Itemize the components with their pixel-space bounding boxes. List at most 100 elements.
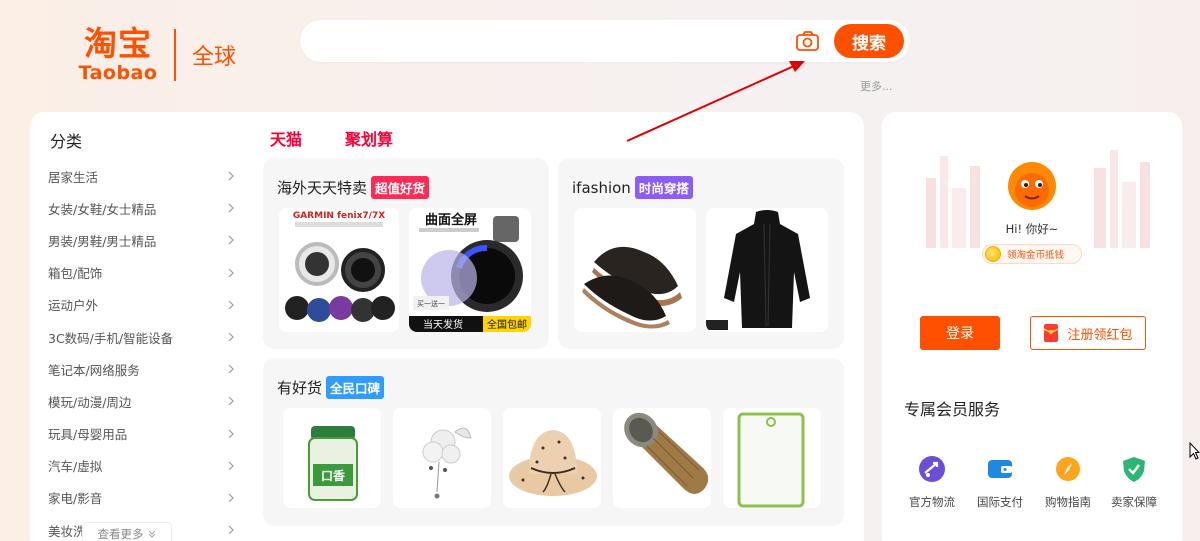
login-button[interactable]: 登录 [920,316,1000,350]
category-list: 居家生活 女装/女鞋/女士精品 男装/男鞋/男士精品 箱包/配饰 运动户外 3C… [48,160,236,541]
product-image-roller [613,408,711,508]
category-label: 运动户外 [48,298,99,314]
delivery-icon [919,456,945,482]
product-badge-right: 全国包邮 [487,318,527,331]
taobao-logo[interactable]: 淘宝 Taobao 全球 [72,26,237,85]
category-label: 居家生活 [48,169,99,185]
tab-tmall[interactable]: 天猫 [270,126,302,150]
product-tile[interactable]: GARMIN fenix7/7X [279,208,399,332]
coin-reward-pill[interactable]: 领淘金币抵钱 [982,244,1082,264]
category-item[interactable]: 模玩/动漫/周边 [48,385,236,417]
category-item[interactable]: 男装/男鞋/男士精品 [48,224,236,256]
chevron-right-icon [228,268,234,278]
service-guide[interactable]: 购物指南 [1038,454,1098,510]
chevron-right-icon [228,332,234,342]
chevron-double-down-icon [148,530,155,538]
camera-icon[interactable] [795,30,821,52]
product-tile[interactable] [723,408,821,508]
see-more-button[interactable]: 查看更多 [82,522,172,541]
service-protection[interactable]: 卖家保障 [1104,454,1164,510]
chevron-right-icon [228,236,234,245]
panel-tag: 时尚穿搭 [634,176,693,199]
register-button-label: 注册领红包 [1067,327,1133,343]
ifashion-panel[interactable]: ifashion 时尚穿搭 [558,158,844,349]
main-content-card: 分类 居家生活 女装/女鞋/女士精品 男装/男鞋/男士精品 箱包/配饰 运动户外… [30,112,864,541]
coin-reward-text: 领淘金币抵钱 [1007,250,1065,261]
category-item[interactable]: 玩具/母婴用品 [48,418,236,450]
chevron-right-icon [228,461,234,471]
product-image-jacket [706,208,828,332]
chevron-right-icon [228,525,234,535]
product-image-cutting-board [723,408,821,508]
logo-english: Taobao [78,62,158,84]
more-link[interactable]: 更多... [860,78,893,94]
product-image-shoes [574,208,696,332]
wallet-icon [988,460,1012,478]
category-item[interactable]: 家电/影音 [48,482,236,514]
category-label: 笔记本/网络服务 [48,362,140,378]
tab-juhuasuan[interactable]: 聚划算 [345,126,393,150]
chevron-right-icon [228,203,234,213]
product-tile[interactable]: 曲面全屏 买一送一 当天发货 全国包邮 [409,208,531,332]
panel-tag: 超值好货 [371,176,430,199]
region-label: 全球 [192,45,237,70]
category-item[interactable]: 箱包/配饰 [48,257,236,289]
category-label: 模玩/动漫/周边 [48,394,132,410]
logo-divider [174,29,176,81]
mouse-cursor-icon [1189,442,1200,460]
chevron-right-icon [228,396,234,406]
product-badge-left: 当天发货 [423,318,463,331]
service-label: 购物指南 [1045,495,1091,509]
service-payment[interactable]: 国际支付 [970,454,1030,510]
greeting-text: Hi! 你好~ [1005,222,1059,236]
product-tile[interactable] [613,408,711,508]
good-items-panel[interactable]: 有好货 全民口碑 口香 [263,358,844,526]
shield-icon [1123,457,1145,482]
product-label-text: 口香 [321,468,345,483]
chevron-right-icon [228,493,234,503]
product-tile[interactable] [393,408,491,508]
category-title: 分类 [50,132,83,151]
chevron-right-icon [228,171,234,181]
product-headline-text: 曲面全屏 [425,212,477,228]
search-bar: 搜索 [300,20,910,62]
product-image-smartwatch: 曲面全屏 买一送一 当天发货 全国包邮 [409,208,531,332]
panel-title-text: 有好货 [277,379,323,397]
product-tile[interactable] [503,408,601,508]
product-promo-text: 买一送一 [417,299,445,308]
category-label: 女装/女鞋/女士精品 [48,201,157,217]
red-envelope-icon [1044,324,1059,342]
product-tile[interactable] [574,208,696,332]
chevron-right-icon [228,300,234,310]
category-item[interactable]: 女装/女鞋/女士精品 [48,192,236,224]
category-item[interactable]: 笔记本/网络服务 [48,353,236,385]
category-item[interactable]: 居家生活 [48,160,236,192]
service-label: 官方物流 [909,495,955,509]
product-image-gum: 口香 [283,408,381,508]
user-card: Hi! 你好~ 领淘金币抵钱 登录 注册领红包 专属会员服务 官方物流 国际支付 [882,112,1182,541]
category-label: 家电/影音 [48,491,103,507]
product-image-hat [503,408,601,508]
search-button[interactable]: 搜索 [834,24,904,58]
product-brand-text: GARMIN fenix7/7X [293,211,385,221]
product-image-brooch [393,408,491,508]
panel-title: ifashion 时尚穿搭 [572,176,693,199]
search-input[interactable] [318,26,788,56]
service-logistics[interactable]: 官方物流 [902,454,962,510]
product-tile[interactable] [706,208,828,332]
overseas-deals-panel[interactable]: 海外天天特卖 超值好货 GARMIN fenix7/7X 曲面全屏 买一送一 当… [263,158,549,349]
panel-title: 有好货 全民口碑 [277,376,385,399]
panel-title: 海外天天特卖 超值好货 [277,176,430,199]
category-item[interactable]: 汽车/虚拟 [48,450,236,482]
see-more-label: 查看更多 [97,527,144,541]
product-tile[interactable]: 口香 [283,408,381,508]
category-label: 箱包/配饰 [48,266,103,282]
product-image-watch: GARMIN fenix7/7X [279,208,399,332]
category-label: 玩具/母婴用品 [48,427,128,443]
chevron-right-icon [228,429,234,439]
register-button[interactable]: 注册领红包 [1030,316,1146,350]
category-item[interactable]: 3C数码/手机/智能设备 [48,321,236,353]
service-label: 国际支付 [977,495,1023,509]
category-item[interactable]: 运动户外 [48,289,236,321]
panel-title-text: 海外天天特卖 [277,179,368,197]
